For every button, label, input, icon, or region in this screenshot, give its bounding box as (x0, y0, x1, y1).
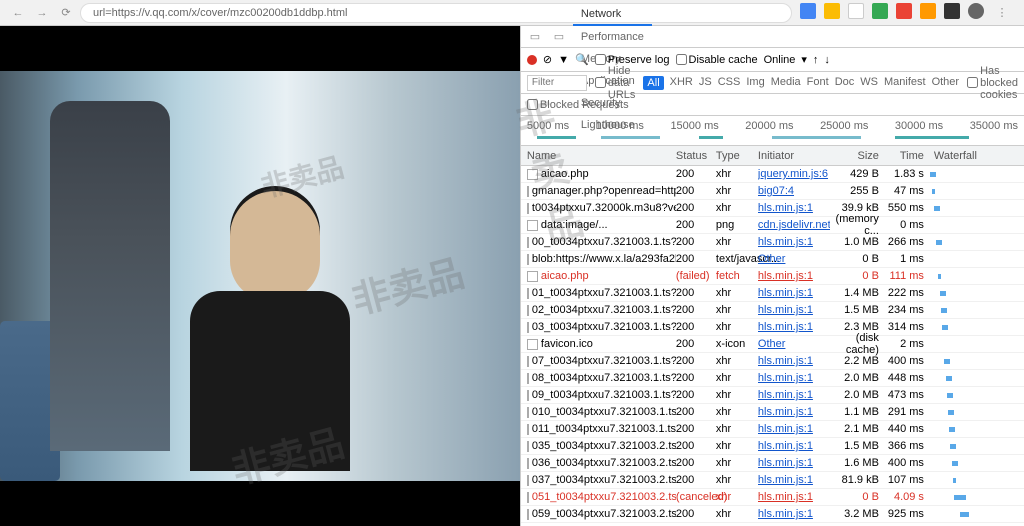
request-row[interactable]: 037_t0034ptxxu7.321003.2.ts?index=37&s..… (521, 472, 1024, 489)
menu-icon[interactable]: ⋮ (992, 3, 1012, 23)
request-row[interactable]: data:image/...200pngcdn.jsdelivr.net/gh/… (521, 217, 1024, 234)
address-bar[interactable]: url=https://v.qq.com/x/cover/mzc00200db1… (80, 3, 792, 23)
request-row[interactable]: 051_t0034ptxxu7.321003.2.ts?index=51&s..… (521, 489, 1024, 506)
tab-network[interactable]: Network (573, 4, 652, 26)
type-filter-js[interactable]: JS (699, 76, 712, 90)
type-filter-all[interactable]: All (643, 76, 663, 90)
reload-button[interactable]: ⟳ (56, 3, 76, 23)
request-row[interactable]: aicao.php(failed)fetchhls.min.js:10 B111… (521, 268, 1024, 285)
type-filter-img[interactable]: Img (746, 76, 764, 90)
record-button[interactable] (527, 55, 537, 65)
back-button[interactable]: ← (8, 3, 28, 23)
scene-person-standing (50, 101, 170, 451)
type-filter-doc[interactable]: Doc (835, 76, 855, 90)
col-time[interactable]: Time (885, 150, 930, 162)
col-size[interactable]: Size (830, 150, 885, 162)
device-icon[interactable]: ▭ (549, 27, 569, 47)
request-row[interactable]: 02_t0034ptxxu7.321003.1.ts?index=2&star.… (521, 302, 1024, 319)
video-player[interactable]: 非卖品 非卖品 非卖品 非卖品 (0, 26, 520, 526)
request-row[interactable]: 010_t0034ptxxu7.321003.1.ts?index=10&s..… (521, 404, 1024, 421)
ext-icon[interactable] (944, 3, 960, 19)
url-text: url=https://v.qq.com/x/cover/mzc00200db1… (93, 7, 347, 19)
chevron-down-icon[interactable]: ▾ (801, 53, 807, 66)
ext-icon[interactable] (920, 3, 936, 19)
devtools-tabs: ▭ ▭ ElementsConsoleSourcesNetworkPerform… (521, 26, 1024, 48)
request-row[interactable]: blob:https://www.x.la/a293fa2b-bb38-4...… (521, 251, 1024, 268)
request-row[interactable]: 09_t0034ptxxu7.321003.1.ts?index=9&star.… (521, 387, 1024, 404)
download-icon[interactable]: ↓ (824, 54, 830, 66)
request-row[interactable]: 035_t0034ptxxu7.321003.2.ts?index=35&s..… (521, 438, 1024, 455)
type-filter-media[interactable]: Media (771, 76, 801, 90)
type-filter-font[interactable]: Font (807, 76, 829, 90)
request-row[interactable]: 036_t0034ptxxu7.321003.2.ts?index=36&s..… (521, 455, 1024, 472)
profile-icon[interactable] (968, 3, 984, 19)
request-row[interactable]: 01_t0034ptxxu7.321003.1.ts?index=1&star.… (521, 285, 1024, 302)
upload-icon[interactable]: ↑ (813, 54, 819, 66)
request-row[interactable]: gmanager.php?openread=https%3A%2F%...200… (521, 183, 1024, 200)
filter-icon[interactable]: ▼ (558, 54, 569, 66)
ext-icon[interactable] (896, 3, 912, 19)
devtools-panel: ▭ ▭ ElementsConsoleSourcesNetworkPerform… (520, 26, 1024, 526)
throttle-select[interactable]: Online (764, 54, 796, 66)
request-row[interactable]: 011_t0034ptxxu7.321003.1.ts?index=11&s..… (521, 421, 1024, 438)
request-row[interactable]: 059_t0034ptxxu7.321003.2.ts?index=59&s..… (521, 506, 1024, 523)
request-row[interactable]: 07_t0034ptxxu7.321003.1.ts?index=7&star.… (521, 353, 1024, 370)
col-initiator[interactable]: Initiator (758, 150, 830, 162)
request-row[interactable]: aicao.php200xhrjquery.min.js:6429 B1.83 … (521, 166, 1024, 183)
request-row[interactable]: t0034ptxxu7.32000k.m3u8?ver=4200xhrhls.m… (521, 200, 1024, 217)
search-icon[interactable]: 🔍 (575, 53, 589, 66)
request-row[interactable]: 00_t0034ptxxu7.321003.1.ts?index=0&star.… (521, 234, 1024, 251)
col-type[interactable]: Type (716, 150, 758, 162)
type-filter-manifest[interactable]: Manifest (884, 76, 926, 90)
inspect-icon[interactable]: ▭ (525, 27, 545, 47)
ext-icon[interactable] (800, 3, 816, 19)
tab-performance[interactable]: Performance (573, 26, 652, 48)
disable-cache-checkbox[interactable]: Disable cache (676, 54, 758, 66)
browser-toolbar: ← → ⟳ url=https://v.qq.com/x/cover/mzc00… (0, 0, 1024, 26)
ext-icon[interactable] (848, 3, 864, 19)
col-status[interactable]: Status (676, 150, 716, 162)
forward-button[interactable]: → (32, 3, 52, 23)
request-row[interactable]: 08_t0034ptxxu7.321003.1.ts?index=8&star.… (521, 370, 1024, 387)
timeline[interactable]: 5000 ms10000 ms15000 ms20000 ms25000 ms3… (521, 116, 1024, 146)
col-waterfall[interactable]: Waterfall (930, 150, 1024, 162)
filter-row: Hide data URLs AllXHRJSCSSImgMediaFontDo… (521, 72, 1024, 94)
type-filter-other[interactable]: Other (932, 76, 960, 90)
network-table-header: Name Status Type Initiator Size Time Wat… (521, 146, 1024, 166)
type-filter-css[interactable]: CSS (718, 76, 741, 90)
type-filter-ws[interactable]: WS (860, 76, 878, 90)
ext-icon[interactable] (824, 3, 840, 19)
type-filter-xhr[interactable]: XHR (670, 76, 693, 90)
ext-icon[interactable] (872, 3, 888, 19)
clear-icon[interactable]: ⊘ (543, 53, 552, 66)
request-row[interactable]: favicon.ico200x-iconOther(disk cache)2 m… (521, 336, 1024, 353)
request-row[interactable]: 03_t0034ptxxu7.321003.1.ts?index=3&star.… (521, 319, 1024, 336)
blocked-requests-row: Blocked Requests (521, 94, 1024, 116)
extension-icons: ⋮ (800, 3, 1016, 23)
network-table-body[interactable]: aicao.php200xhrjquery.min.js:6429 B1.83 … (521, 166, 1024, 526)
